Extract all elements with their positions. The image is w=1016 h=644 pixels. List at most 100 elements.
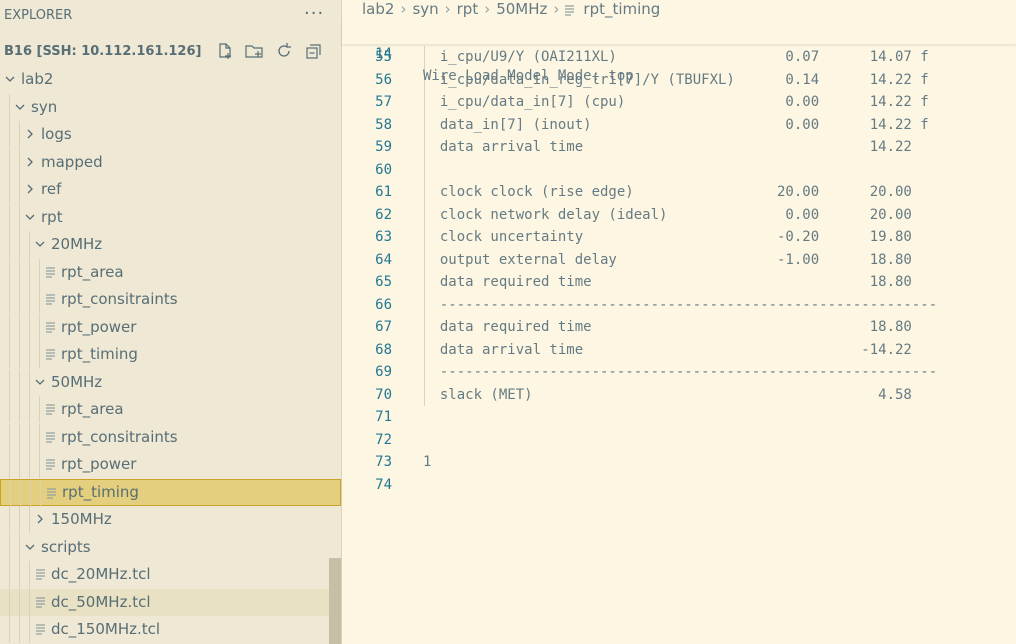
tree-folder-150mhz[interactable]: 150MHz (0, 506, 341, 533)
indent-guide (19, 203, 20, 231)
chevron-right-icon[interactable] (34, 513, 46, 525)
indent-guide (424, 226, 425, 249)
chevron-right-icon[interactable] (24, 183, 36, 195)
chevron-right-icon[interactable] (24, 156, 36, 168)
indent-guide (39, 396, 40, 423)
breadcrumb-item-rpt-timing[interactable]: rpt_timing (583, 0, 660, 19)
line-number: 73 (375, 454, 392, 470)
indent-guide (19, 286, 20, 313)
breadcrumb-item-50mhz[interactable]: 50MHz (496, 0, 547, 19)
indent-guide (9, 203, 10, 231)
indent-guide (424, 271, 425, 294)
workspace-title: B16 [SSH: 10.112.161.126] (4, 44, 202, 59)
indent-guide (39, 286, 40, 313)
line-number: 74 (375, 476, 392, 493)
indent-guide (29, 313, 30, 341)
tree-file-dc-20mhz-tcl[interactable]: dc_20MHz.tcl (0, 561, 341, 588)
tree-folder-ref[interactable]: ref (0, 176, 341, 203)
tree-file-rpt-consitraints[interactable]: rpt_consitraints (0, 286, 341, 313)
tree-file-rpt-timing[interactable]: rpt_timing (0, 478, 341, 507)
chevron-down-icon[interactable] (34, 376, 46, 388)
indent-guide (30, 479, 31, 507)
indent-guide (19, 588, 20, 616)
indent-guide (19, 616, 20, 643)
breadcrumb-item-lab2[interactable]: lab2 (362, 0, 394, 19)
editor-area: lab2 › syn › rpt › 50MHz › rpt_timing 55 i_cpu/U… (342, 0, 1016, 644)
tree-folder-20mhz[interactable]: 20MHz (0, 231, 341, 258)
chevron-right-icon: › (444, 0, 451, 18)
indent-guide (29, 506, 30, 533)
tree-item-label: logs (41, 125, 72, 143)
line-text: slack (MET) 4.58 (423, 386, 912, 403)
tree-item-label: mapped (41, 152, 103, 171)
chevron-down-icon[interactable] (24, 211, 36, 223)
tree-item-label: dc_50MHz.tcl (51, 592, 151, 611)
refresh-icon[interactable] (275, 42, 293, 60)
tree-item-label: rpt_area (61, 262, 124, 281)
indent-guide (20, 479, 21, 507)
line-text: output external delay -1.00 18.80 (423, 251, 912, 268)
collapse-all-icon[interactable] (305, 42, 323, 60)
indent-guide (29, 341, 30, 368)
chevron-down-icon[interactable] (24, 541, 36, 553)
breadcrumb-item-syn[interactable]: syn (412, 0, 438, 19)
line-text: 1 (423, 454, 432, 470)
chevron-right-icon[interactable] (24, 128, 36, 140)
chevron-down-icon[interactable] (4, 73, 16, 85)
tree-file-dc-150mhz-tcl[interactable]: dc_150MHz.tcl (0, 616, 341, 643)
new-file-icon[interactable] (216, 42, 234, 60)
breadcrumb-item-rpt[interactable]: rpt (457, 0, 479, 19)
indent-guide (19, 368, 20, 396)
tree-item-label: rpt_consitraints (61, 290, 178, 308)
tree-folder-50mhz[interactable]: 50MHz (0, 368, 341, 396)
tree-file-rpt-area[interactable]: rpt_area (0, 258, 341, 286)
indent-guide (9, 533, 10, 561)
workspace-section-header[interactable]: B16 [SSH: 10.112.161.126] (0, 38, 341, 65)
line-number: 61 (375, 184, 392, 200)
chevron-right-icon: › (553, 0, 560, 18)
indent-guide (9, 176, 10, 203)
tree-folder-mapped[interactable]: mapped (0, 148, 341, 176)
tree-item-label: lab2 (21, 70, 54, 88)
tree-file-rpt-power[interactable]: rpt_power (0, 313, 341, 341)
indent-guide (19, 231, 20, 258)
indent-guide (9, 286, 10, 313)
tree-file-rpt-area[interactable]: rpt_area (0, 396, 341, 423)
line-number: 14 (375, 46, 392, 62)
tree-file-dc-50mhz-tcl[interactable]: dc_50MHz.tcl (0, 588, 341, 616)
line-number: 71 (375, 409, 392, 425)
tree-folder-rpt[interactable]: rpt (0, 203, 341, 231)
tree-file-rpt-timing[interactable]: rpt_timing (0, 341, 341, 368)
chevron-down-icon[interactable] (14, 101, 26, 113)
indent-guide (29, 258, 30, 286)
indent-guide (19, 506, 20, 533)
line-number: 63 (375, 229, 392, 245)
line-number: 69 (375, 364, 392, 380)
file-icon (36, 569, 46, 581)
tree-item-label: rpt_timing (61, 345, 138, 363)
more-actions-icon[interactable]: ··· (304, 0, 324, 32)
indent-guide (29, 231, 30, 258)
tree-file-rpt-power[interactable]: rpt_power (0, 451, 341, 478)
file-icon (46, 321, 56, 334)
sidebar-scrollbar[interactable] (329, 558, 341, 644)
tree-folder-syn[interactable]: syn (0, 93, 341, 121)
line-number: 58 (375, 116, 392, 133)
file-icon (46, 459, 56, 471)
chevron-down-icon[interactable] (34, 238, 46, 250)
file-icon (36, 596, 46, 609)
line-text: data_in[7] (inout) 0.00 14.22 f (423, 116, 929, 133)
sticky-scroll-line[interactable]: 14 Wire Load Model Mode: top (342, 21, 1016, 84)
tree-file-rpt-consitraints[interactable]: rpt_consitraints (0, 423, 341, 451)
tree-item-label: dc_150MHz.tcl (51, 620, 161, 638)
indent-guide (424, 338, 425, 361)
tree-item-label: dc_20MHz.tcl (51, 565, 151, 583)
indent-guide (29, 396, 30, 423)
tree-folder-scripts[interactable]: scripts (0, 533, 341, 561)
new-folder-icon[interactable] (245, 42, 263, 60)
tree-folder-logs[interactable]: logs (0, 121, 341, 148)
tree-folder-lab2[interactable]: lab2 (0, 66, 341, 93)
indent-guide (39, 258, 40, 286)
explorer-title: EXPLORER (4, 8, 73, 23)
indent-guide (29, 561, 30, 588)
